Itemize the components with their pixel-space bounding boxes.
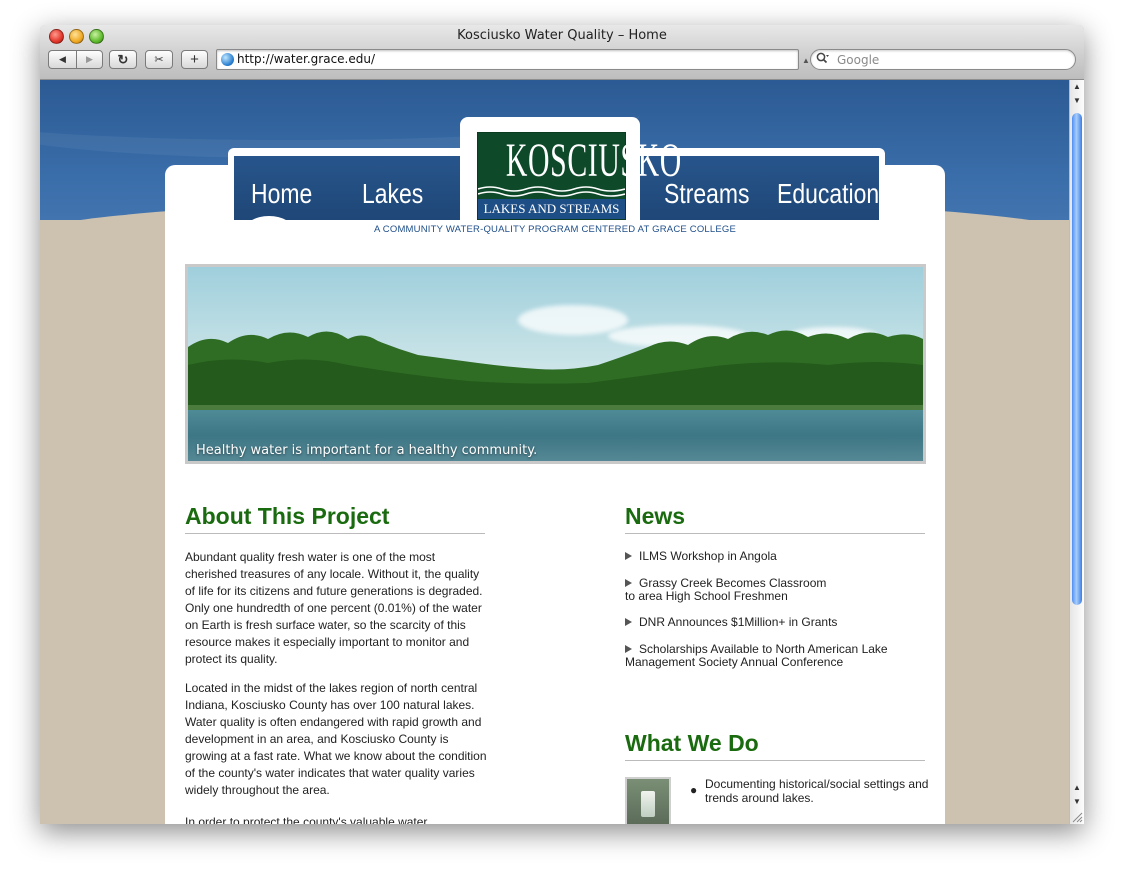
treeline-graphic [188, 330, 923, 415]
reload-button[interactable]: ↻ [109, 50, 137, 69]
site-logo[interactable]: KOSCIUSKO LAKES AND STREAMS [477, 132, 682, 220]
scroll-up-icon[interactable]: ▲ [1070, 781, 1084, 795]
site-tagline: A COMMUNITY WATER-QUALITY PROGRAM CENTER… [373, 224, 737, 235]
back-icon: ◀ [59, 54, 66, 64]
news-item[interactable]: DNR Announces $1Million+ in Grants [625, 616, 925, 629]
news-item-title: Scholarships Available to North American… [639, 642, 888, 656]
add-icon: + [190, 51, 199, 68]
back-button[interactable]: ◀ [48, 50, 76, 69]
forward-icon: ▶ [86, 54, 93, 64]
search-input[interactable] [837, 51, 1057, 68]
bullet-icon: ● [690, 783, 698, 797]
sample-bottle-graphic [641, 791, 655, 817]
triangle-right-icon [625, 618, 632, 626]
snapshot-button[interactable]: ✂ [145, 50, 173, 69]
vertical-scrollbar[interactable]: ▲ ▼ ▲ ▼ [1069, 80, 1084, 824]
browser-window: Kosciusko Water Quality – Home ◀ ▶ ↻ ✂ +… [40, 25, 1084, 824]
about-paragraph: Located in the midst of the lakes region… [185, 681, 487, 797]
nav-home[interactable]: Home [251, 178, 312, 210]
nav-lakes[interactable]: Lakes [362, 178, 423, 210]
scroll-down-icon[interactable]: ▼ [1070, 795, 1084, 809]
url-text[interactable]: http://water.grace.edu/ [237, 52, 375, 66]
about-paragraph: In order to protect the county's valuabl… [185, 815, 428, 824]
news-item[interactable]: Scholarships Available to North American… [625, 643, 925, 669]
news-item-title: ILMS Workshop in Angola [639, 549, 777, 563]
logo-title: KOSCIUSKO [505, 134, 682, 187]
forward-button[interactable]: ▶ [76, 50, 103, 69]
news-heading: News [625, 503, 686, 529]
triangle-right-icon [625, 645, 632, 653]
what-we-do-item: Documenting historical/social settings a… [705, 777, 929, 805]
globe-icon [221, 53, 234, 66]
news-item-title: Grassy Creek Becomes Classroom [639, 576, 827, 590]
news-item-title-cont: Management Society Annual Conference [625, 655, 844, 669]
logo-subtitle: LAKES AND STREAMS [478, 199, 625, 219]
snapshot-icon: ✂ [154, 54, 164, 66]
address-dropdown-icon[interactable]: ▲ [802, 56, 810, 65]
water-sample-thumbnail[interactable] [625, 777, 671, 824]
search-icon[interactable] [816, 52, 830, 67]
window-title: Kosciusko Water Quality – Home [457, 28, 667, 43]
triangle-right-icon [625, 552, 632, 560]
logo-wave-graphic [478, 186, 625, 197]
news-item-title: DNR Announces $1Million+ in Grants [639, 615, 838, 629]
what-we-do-heading: What We Do [625, 730, 759, 756]
nav-education[interactable]: Education [777, 178, 879, 210]
address-bar[interactable]: http://water.grace.edu/ [216, 49, 799, 70]
reload-icon: ↻ [117, 51, 129, 67]
news-item[interactable]: Grassy Creek Becomes Classroom to area Hi… [625, 577, 925, 603]
what-we-do-divider [625, 760, 925, 761]
about-divider [185, 533, 485, 534]
triangle-right-icon [625, 579, 632, 587]
scroll-thumb[interactable] [1072, 113, 1082, 605]
about-paragraph: Abundant quality fresh water is one of t… [185, 550, 483, 666]
page-viewport: Home Lakes Streams Education KOSCIUSKO L… [40, 80, 1069, 824]
scroll-down-icon[interactable]: ▼ [1070, 94, 1084, 108]
about-heading: About This Project [185, 503, 390, 529]
hero-image: Healthy water is important for a healthy… [185, 264, 926, 464]
add-bookmark-button[interactable]: + [181, 50, 208, 69]
news-divider [625, 533, 925, 534]
news-item-title-cont: to area High School Freshmen [625, 589, 788, 603]
search-box[interactable] [810, 49, 1076, 70]
scroll-up-icon[interactable]: ▲ [1070, 80, 1084, 94]
news-item[interactable]: ILMS Workshop in Angola [625, 550, 925, 563]
resize-grip-icon[interactable] [1071, 811, 1083, 823]
hero-caption: Healthy water is important for a healthy… [196, 443, 538, 458]
title-bar: Kosciusko Water Quality – Home ◀ ▶ ↻ ✂ +… [40, 25, 1084, 80]
